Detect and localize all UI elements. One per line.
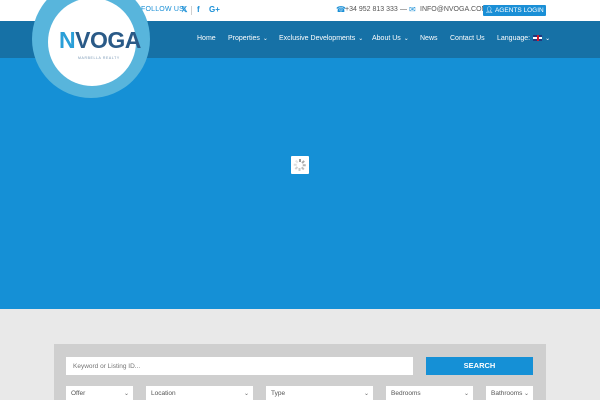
chevron-down-icon: ⌄: [262, 36, 268, 42]
keyword-search-input[interactable]: [66, 357, 413, 375]
chevron-down-icon: ⌄: [545, 36, 551, 42]
chevron-down-icon: ⌄: [243, 391, 249, 397]
nav-item-home[interactable]: Home: [197, 35, 216, 42]
language-selector[interactable]: Language: ⌄: [497, 35, 550, 42]
type-select[interactable]: Type ⌄: [266, 386, 373, 400]
chevron-down-icon: ⌄: [358, 36, 364, 42]
chevron-down-icon: ⌄: [463, 391, 469, 397]
contact-separator: —: [400, 6, 407, 13]
chevron-down-icon: ⌄: [363, 391, 369, 397]
uk-flag-icon: [533, 35, 543, 41]
property-search-panel: SEARCH Offer⌄ Location⌄ Type⌄ Bedrooms⌄ …: [54, 344, 546, 400]
email-link[interactable]: INFO@NVOGA.COM: [420, 6, 487, 13]
nav-item-exclusive-developments[interactable]: Exclusive Developments ⌄: [279, 35, 363, 42]
nav-item-contact-us[interactable]: Contact Us: [450, 35, 485, 42]
chevron-down-icon: ⌄: [123, 391, 129, 397]
offer-select[interactable]: Offer ⌄: [66, 386, 133, 400]
logo-wordmark: NVOGA: [59, 27, 141, 53]
agents-login-label: AGENTS LOGIN: [494, 7, 544, 14]
user-icon: 👤︎: [485, 7, 494, 14]
nav-item-about-us[interactable]: About Us ⌄: [372, 35, 409, 42]
agents-login-button[interactable]: 👤︎ AGENTS LOGIN: [483, 5, 546, 16]
location-select[interactable]: Location ⌄: [146, 386, 253, 400]
bathrooms-select[interactable]: Bathrooms ⌄: [486, 386, 533, 400]
chevron-down-icon: ⌄: [523, 391, 529, 397]
loading-spinner-icon: [291, 156, 309, 174]
google-plus-icon[interactable]: G+: [209, 5, 220, 14]
mail-icon: ✉: [409, 5, 416, 14]
chevron-down-icon: ⌄: [403, 36, 409, 42]
divider: [191, 6, 192, 15]
logo-tagline: MARBELLA REALTY: [78, 56, 120, 60]
nav-item-properties[interactable]: Properties ⌄: [228, 35, 268, 42]
nav-item-news[interactable]: News: [420, 35, 438, 42]
facebook-icon[interactable]: f: [197, 5, 200, 14]
bedrooms-select[interactable]: Bedrooms ⌄: [386, 386, 473, 400]
twitter-icon[interactable]: 𝕏: [181, 5, 187, 14]
follow-us-text: FOLLOW US!: [141, 6, 187, 13]
phone-number[interactable]: +34 952 813 333: [345, 6, 398, 13]
search-button[interactable]: SEARCH: [426, 357, 533, 375]
